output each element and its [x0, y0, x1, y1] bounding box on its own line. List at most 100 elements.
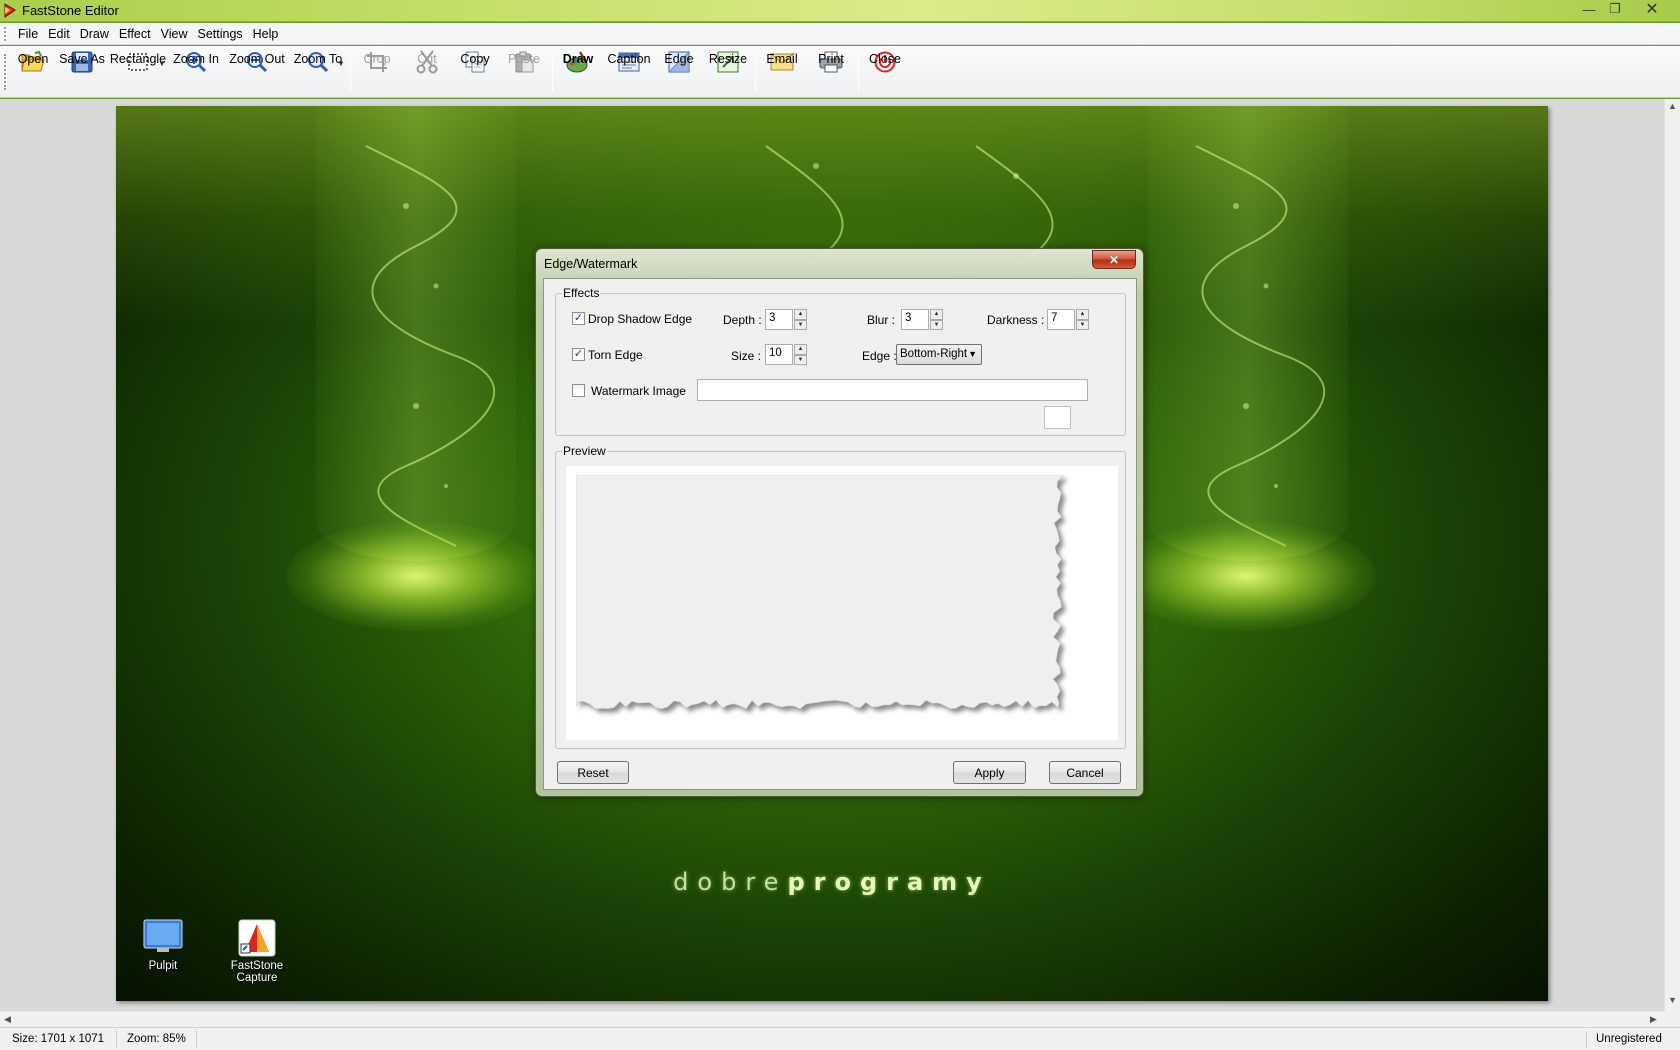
status-bar: Size: 1701 x 1071 Zoom: 85% Unregistered [0, 1027, 1680, 1050]
draw-button[interactable]: Draw [560, 49, 596, 95]
menu-settings[interactable]: Settings [192, 27, 247, 41]
caption-button[interactable]: Caption [606, 49, 652, 95]
zoom-to-label: Zoom To [293, 52, 343, 66]
preview-area [566, 466, 1118, 740]
darkness-down-icon[interactable]: ▼ [1076, 319, 1089, 330]
close-window-icon[interactable]: ✕ [1632, 0, 1672, 18]
zoom-in-button[interactable]: Zoom In [172, 49, 220, 95]
scroll-right-icon[interactable]: ▶ [1650, 1014, 1657, 1025]
menu-help[interactable]: Help [248, 27, 284, 41]
close-label: Close [869, 52, 901, 66]
faststone-capture-icon [237, 918, 277, 957]
print-label: Print [818, 52, 844, 66]
rectangle-dropdown-icon[interactable]: ▼ [158, 59, 166, 68]
brand-text-bold: programy [787, 868, 991, 896]
close-button[interactable]: Close [868, 49, 902, 95]
torn-edge-label: Torn Edge [588, 348, 643, 362]
depth-value[interactable]: 3 [765, 309, 793, 330]
edge-button[interactable]: Edge [664, 49, 694, 95]
dialog-body: Effects ✓ Drop Shadow Edge Depth : 3 ▲ ▼ … [543, 278, 1137, 790]
email-button[interactable]: Email [764, 49, 800, 95]
status-divider [116, 1031, 117, 1048]
zoom-out-button[interactable]: Zoom Out [228, 49, 286, 95]
reset-button[interactable]: Reset [557, 761, 629, 784]
scroll-left-icon[interactable]: ◀ [4, 1014, 11, 1025]
drop-shadow-checkbox[interactable]: ✓ [572, 312, 585, 325]
depth-label: Depth : [723, 313, 762, 327]
minimize-icon[interactable]: — [1576, 0, 1602, 18]
open-button[interactable]: Open [14, 49, 52, 95]
blur-up-icon[interactable]: ▲ [930, 309, 943, 320]
open-label: Open [17, 52, 49, 66]
menu-effect[interactable]: Effect [114, 27, 156, 41]
depth-down-icon[interactable]: ▼ [794, 319, 807, 330]
watermark-path-input[interactable] [697, 379, 1088, 401]
paste-label: Paste [508, 52, 540, 66]
cut-label: Cut [417, 52, 437, 66]
darkness-spinner[interactable]: 7 ▲ ▼ [1047, 309, 1089, 330]
status-image-size: Size: 1701 x 1071 [12, 1033, 105, 1045]
watermark-browse-button[interactable] [1044, 406, 1071, 429]
edge-dropdown[interactable]: Bottom-Right ▼ [896, 344, 982, 365]
restore-icon[interactable]: ❐ [1602, 0, 1628, 18]
crop-button[interactable]: Crop [360, 49, 394, 95]
print-button[interactable]: Print [816, 49, 846, 95]
blur-spinner[interactable]: 3 ▲ ▼ [901, 309, 943, 330]
watermark-checkbox[interactable] [572, 384, 585, 397]
size-down-icon[interactable]: ▼ [794, 354, 807, 365]
dialog-close-icon[interactable]: ✕ [1092, 250, 1136, 269]
torn-edge-checkbox[interactable]: ✓ [572, 348, 585, 361]
glow-orb-right [1116, 521, 1376, 631]
menu-file[interactable]: File [13, 27, 43, 41]
caption-label: Caption [607, 52, 651, 66]
cut-button[interactable]: Cut [410, 49, 444, 95]
paste-button[interactable]: Paste [506, 49, 542, 95]
save-as-button[interactable]: Save As [58, 49, 106, 95]
scroll-down-icon[interactable]: ▼ [1668, 995, 1677, 1005]
toolbar-separator [350, 52, 351, 92]
size-spinner[interactable]: 10 ▲ ▼ [765, 344, 807, 365]
size-up-icon[interactable]: ▲ [794, 344, 807, 355]
edge-watermark-dialog: Edge/Watermark ✕ Effects ✓ Drop Shadow E… [535, 248, 1144, 797]
menu-edit[interactable]: Edit [43, 27, 75, 41]
faststone-capture-label: FastStone Capture [230, 960, 284, 984]
apply-button[interactable]: Apply [953, 761, 1026, 784]
menu-grip [4, 26, 7, 41]
zoom-out-label: Zoom Out [229, 52, 285, 66]
darkness-up-icon[interactable]: ▲ [1076, 309, 1089, 320]
edge-label: Edge [664, 52, 694, 66]
depth-up-icon[interactable]: ▲ [794, 309, 807, 320]
resize-button[interactable]: Resize [709, 49, 747, 95]
depth-spinner[interactable]: 3 ▲ ▼ [765, 309, 807, 330]
rectangle-button[interactable]: Rectangle [108, 49, 168, 95]
scroll-corner [1664, 1011, 1680, 1027]
desktop-icon-pulpit: Pulpit [118, 918, 208, 972]
status-divider [1586, 1031, 1587, 1048]
save-as-label: Save As [59, 52, 105, 66]
draw-label: Draw [562, 52, 594, 66]
blur-value[interactable]: 3 [901, 309, 929, 330]
menu-view[interactable]: View [156, 27, 193, 41]
scroll-up-icon[interactable]: ▲ [1668, 101, 1677, 111]
status-license: Unregistered [1596, 1033, 1662, 1045]
menu-draw[interactable]: Draw [75, 27, 114, 41]
title-bar: FastStone Editor — ❐ ✕ [0, 0, 1680, 22]
toolbar-separator [755, 52, 756, 92]
email-label: Email [766, 52, 798, 66]
copy-button[interactable]: Copy [458, 49, 492, 95]
zoom-to-button[interactable]: Zoom To [292, 49, 344, 95]
darkness-label: Darkness : [987, 313, 1045, 327]
torn-edge-preview [576, 475, 1068, 713]
blur-label: Blur : [867, 313, 896, 327]
darkness-value[interactable]: 7 [1047, 309, 1075, 330]
cancel-button[interactable]: Cancel [1049, 761, 1121, 784]
vertical-scrollbar[interactable]: ▲ ▼ [1664, 99, 1680, 1011]
chevron-down-icon: ▼ [968, 349, 977, 359]
size-value[interactable]: 10 [765, 344, 793, 365]
preview-group: Preview [555, 444, 1126, 749]
app-icon [4, 3, 16, 18]
zoom-to-dropdown-icon[interactable]: ▼ [337, 59, 345, 68]
window-title: FastStone Editor [22, 3, 119, 18]
blur-down-icon[interactable]: ▼ [930, 319, 943, 330]
horizontal-scrollbar[interactable]: ◀ ▶ [0, 1011, 1664, 1027]
